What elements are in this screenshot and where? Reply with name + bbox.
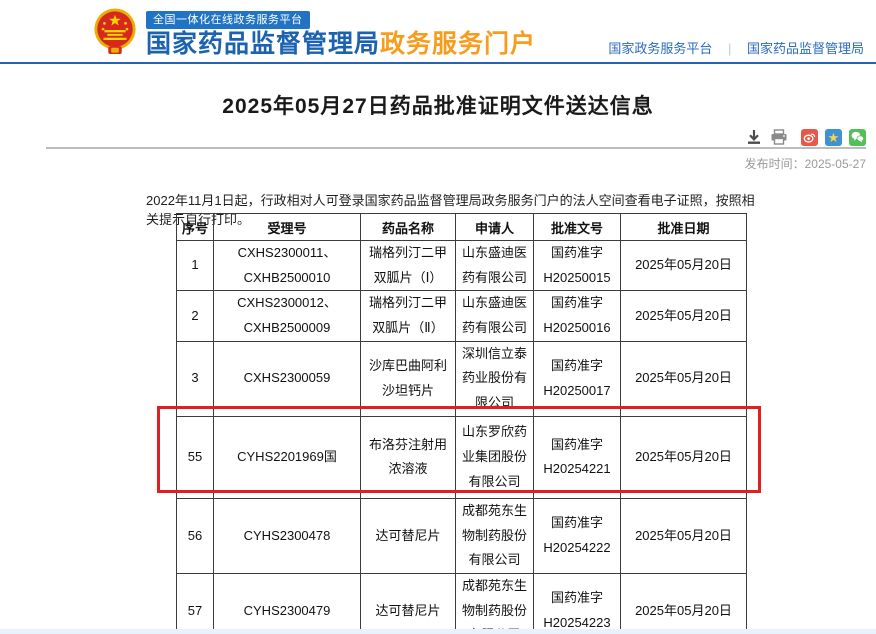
table-row: 56 CYHS2300478 达可替尼片 成都苑东生 物制药股份 有限公司 国药… <box>177 498 747 573</box>
cell-acceptance-no: CYHS2300478 <box>214 498 361 573</box>
cell-seq: 55 <box>177 416 214 498</box>
logo-text: 全国一体化在线政务服务平台 国家药品监督管理局政务服务门户 <box>146 7 536 58</box>
cell-approval-date: 2025年05月20日 <box>621 498 747 573</box>
cell-drug-name: 达可替尼片 <box>361 498 456 573</box>
site-logo[interactable]: 全国一体化在线政务服务平台 国家药品监督管理局政务服务门户 <box>92 7 536 58</box>
cell-applicant: 山东盛迪医 药有限公司 <box>456 291 534 341</box>
cell-seq: 56 <box>177 498 214 573</box>
col-header-approval-no: 批准文号 <box>534 214 621 241</box>
cell-approval-date: 2025年05月20日 <box>621 241 747 291</box>
cell-seq: 3 <box>177 341 214 416</box>
cell-approval-date: 2025年05月20日 <box>621 291 747 341</box>
nav-divider: | <box>728 41 731 56</box>
cell-drug-name: 沙库巴曲阿利 沙坦钙片 <box>361 341 456 416</box>
page: 全国一体化在线政务服务平台 国家药品监督管理局政务服务门户 国家政务服务平台 |… <box>0 0 876 634</box>
share-qzone-button[interactable]: ★ <box>825 129 842 146</box>
cell-applicant: 山东盛迪医 药有限公司 <box>456 241 534 291</box>
bottom-strip <box>0 629 876 634</box>
approval-table: 序号 受理号 药品名称 申请人 批准文号 批准日期 1 CXHS2300011、… <box>176 213 747 634</box>
nav-link-gov-platform[interactable]: 国家政务服务平台 <box>608 41 712 56</box>
table-header-row: 序号 受理号 药品名称 申请人 批准文号 批准日期 <box>177 214 747 241</box>
cell-seq: 2 <box>177 291 214 341</box>
platform-tag: 全国一体化在线政务服务平台 <box>146 11 310 29</box>
cell-approval-no: 国药准字 H20250015 <box>534 241 621 291</box>
cell-approval-no: 国药准字 H20250016 <box>534 291 621 341</box>
cell-seq: 1 <box>177 241 214 291</box>
cell-approval-date: 2025年05月20日 <box>621 416 747 498</box>
cell-approval-no: 国药准字 H20250017 <box>534 341 621 416</box>
cell-approval-date: 2025年05月20日 <box>621 573 747 634</box>
nav-link-nmpa[interactable]: 国家药品监督管理局 <box>747 41 864 56</box>
publish-label: 发布时间： <box>745 157 805 171</box>
table-row-highlighted: 55 CYHS2201969国 布洛芬注射用 浓溶液 山东罗欣药 业集团股份 有… <box>177 416 747 498</box>
share-qzone-icon: ★ <box>828 131 840 144</box>
cell-drug-name: 瑞格列汀二甲 双胍片（Ⅱ） <box>361 291 456 341</box>
cell-applicant: 深圳信立泰 药业股份有 限公司 <box>456 341 534 416</box>
cell-applicant: 成都苑东生 物制药股份 有限公司 <box>456 573 534 634</box>
page-title: 2025年05月27日药品批准证明文件送达信息 <box>0 90 876 120</box>
share-wechat-button[interactable] <box>849 129 866 146</box>
share-wechat-icon <box>851 131 864 143</box>
cell-acceptance-no: CYHS2300479 <box>214 573 361 634</box>
col-header-applicant: 申请人 <box>456 214 534 241</box>
cell-approval-no: 国药准字 H20254222 <box>534 498 621 573</box>
download-icon <box>746 129 762 145</box>
cell-approval-no: 国药准字 H20254221 <box>534 416 621 498</box>
download-button[interactable] <box>745 128 763 146</box>
cell-acceptance-no: CXHS2300011、 CXHB2500010 <box>214 241 361 291</box>
table-row: 1 CXHS2300011、 CXHB2500010 瑞格列汀二甲 双胍片（Ⅰ）… <box>177 241 747 291</box>
print-icon <box>770 129 788 145</box>
site-suffix: 政务服务门户 <box>380 30 536 58</box>
publish-date: 2025-05-27 <box>805 157 866 171</box>
share-weibo-icon <box>803 131 816 144</box>
col-header-approval-date: 批准日期 <box>621 214 747 241</box>
table-row: 2 CXHS2300012、 CXHB2500009 瑞格列汀二甲 双胍片（Ⅱ）… <box>177 291 747 341</box>
cell-drug-name: 布洛芬注射用 浓溶液 <box>361 416 456 498</box>
cell-applicant: 山东罗欣药 业集团股份 有限公司 <box>456 416 534 498</box>
col-header-acceptance-no: 受理号 <box>214 214 361 241</box>
table-row: 57 CYHS2300479 达可替尼片 成都苑东生 物制药股份 有限公司 国药… <box>177 573 747 634</box>
publish-time: 发布时间：2025-05-27 <box>745 155 866 172</box>
cell-approval-no: 国药准字 H20254223 <box>534 573 621 634</box>
cell-drug-name: 瑞格列汀二甲 双胍片（Ⅰ） <box>361 241 456 291</box>
col-header-seq: 序号 <box>177 214 214 241</box>
site-header: 全国一体化在线政务服务平台 国家药品监督管理局政务服务门户 国家政务服务平台 |… <box>0 0 876 64</box>
site-title: 国家药品监督管理局政务服务门户 <box>146 30 536 58</box>
cell-drug-name: 达可替尼片 <box>361 573 456 634</box>
divider <box>46 147 866 149</box>
toolbar: ★ <box>745 128 866 146</box>
cell-approval-date: 2025年05月20日 <box>621 341 747 416</box>
print-button[interactable] <box>770 128 788 146</box>
site-name: 国家药品监督管理局 <box>146 30 380 58</box>
share-weibo-button[interactable] <box>801 129 818 146</box>
national-emblem-icon <box>92 7 138 55</box>
table-row: 3 CXHS2300059 沙库巴曲阿利 沙坦钙片 深圳信立泰 药业股份有 限公… <box>177 341 747 416</box>
cell-acceptance-no: CXHS2300059 <box>214 341 361 416</box>
cell-acceptance-no: CXHS2300012、 CXHB2500009 <box>214 291 361 341</box>
cell-seq: 57 <box>177 573 214 634</box>
cell-applicant: 成都苑东生 物制药股份 有限公司 <box>456 498 534 573</box>
header-nav: 国家政务服务平台 | 国家药品监督管理局 <box>608 38 864 57</box>
col-header-drug-name: 药品名称 <box>361 214 456 241</box>
cell-acceptance-no: CYHS2201969国 <box>214 416 361 498</box>
